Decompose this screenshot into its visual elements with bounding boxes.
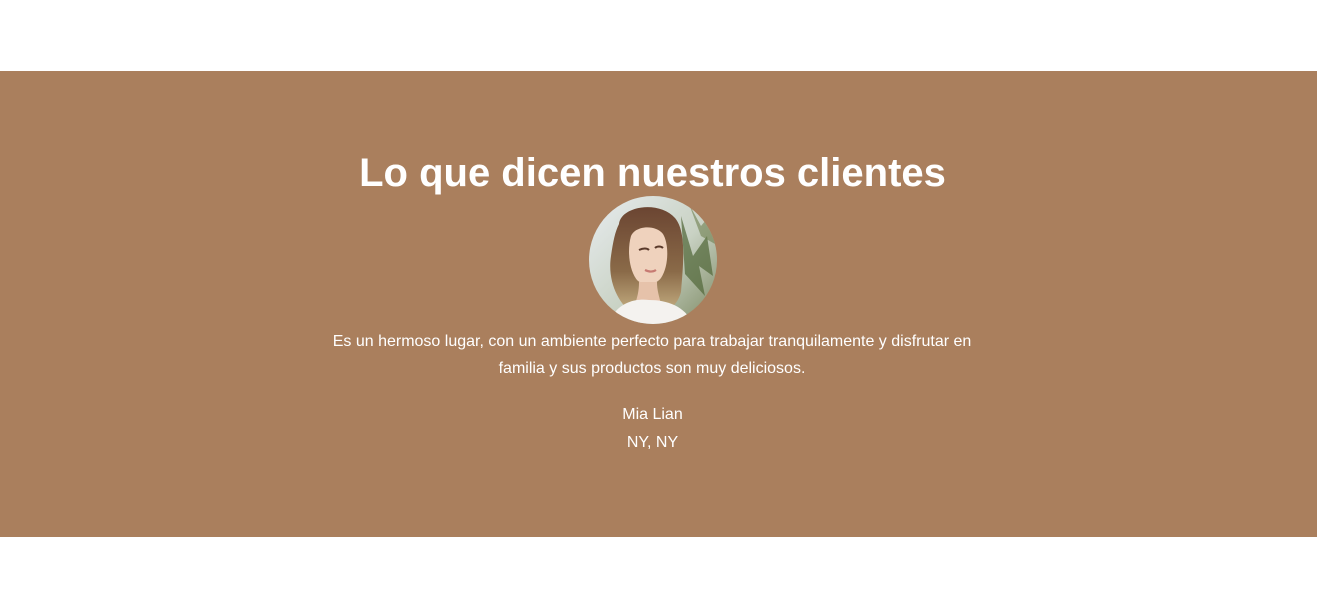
page: Lo que dicen nuestros clientes Es un her…: [0, 0, 1317, 606]
testimonials-section: Lo que dicen nuestros clientes Es un her…: [0, 71, 1317, 537]
testimonial-quote: Es un hermoso lugar, con un ambiente per…: [332, 333, 972, 377]
customer-avatar: [589, 196, 717, 324]
customer-location: NY, NY: [626, 434, 679, 451]
customer-portrait-image: [589, 196, 717, 324]
customer-name: Mia Lian: [622, 406, 683, 423]
section-title: Lo que dicen nuestros clientes: [359, 151, 946, 195]
